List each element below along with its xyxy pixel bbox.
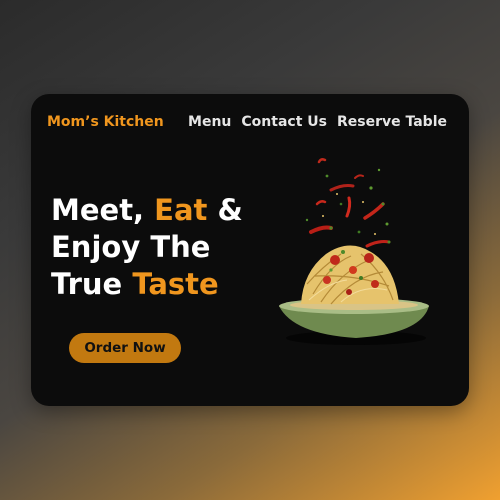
top-nav: Menu Contact Us Reserve Table — [188, 114, 447, 130]
brand-logo[interactable]: Mom’s Kitchen — [47, 114, 164, 130]
order-now-button[interactable]: Order Now — [69, 333, 181, 363]
pasta-bowl-image — [279, 158, 429, 345]
hero-card: Mom’s Kitchen Menu Contact Us Reserve Ta… — [31, 94, 469, 406]
hero-line-3: True Taste — [51, 267, 219, 301]
nav-contact-link[interactable]: Contact Us — [241, 114, 327, 130]
hero-headline: Meet, Eat & Enjoy The True Taste — [51, 192, 243, 303]
nav-menu-link[interactable]: Menu — [188, 114, 231, 130]
hero-line-1: Meet, Eat & — [51, 193, 243, 227]
hero-line-2: Enjoy The — [51, 230, 211, 264]
nav-reserve-link[interactable]: Reserve Table — [337, 114, 447, 130]
